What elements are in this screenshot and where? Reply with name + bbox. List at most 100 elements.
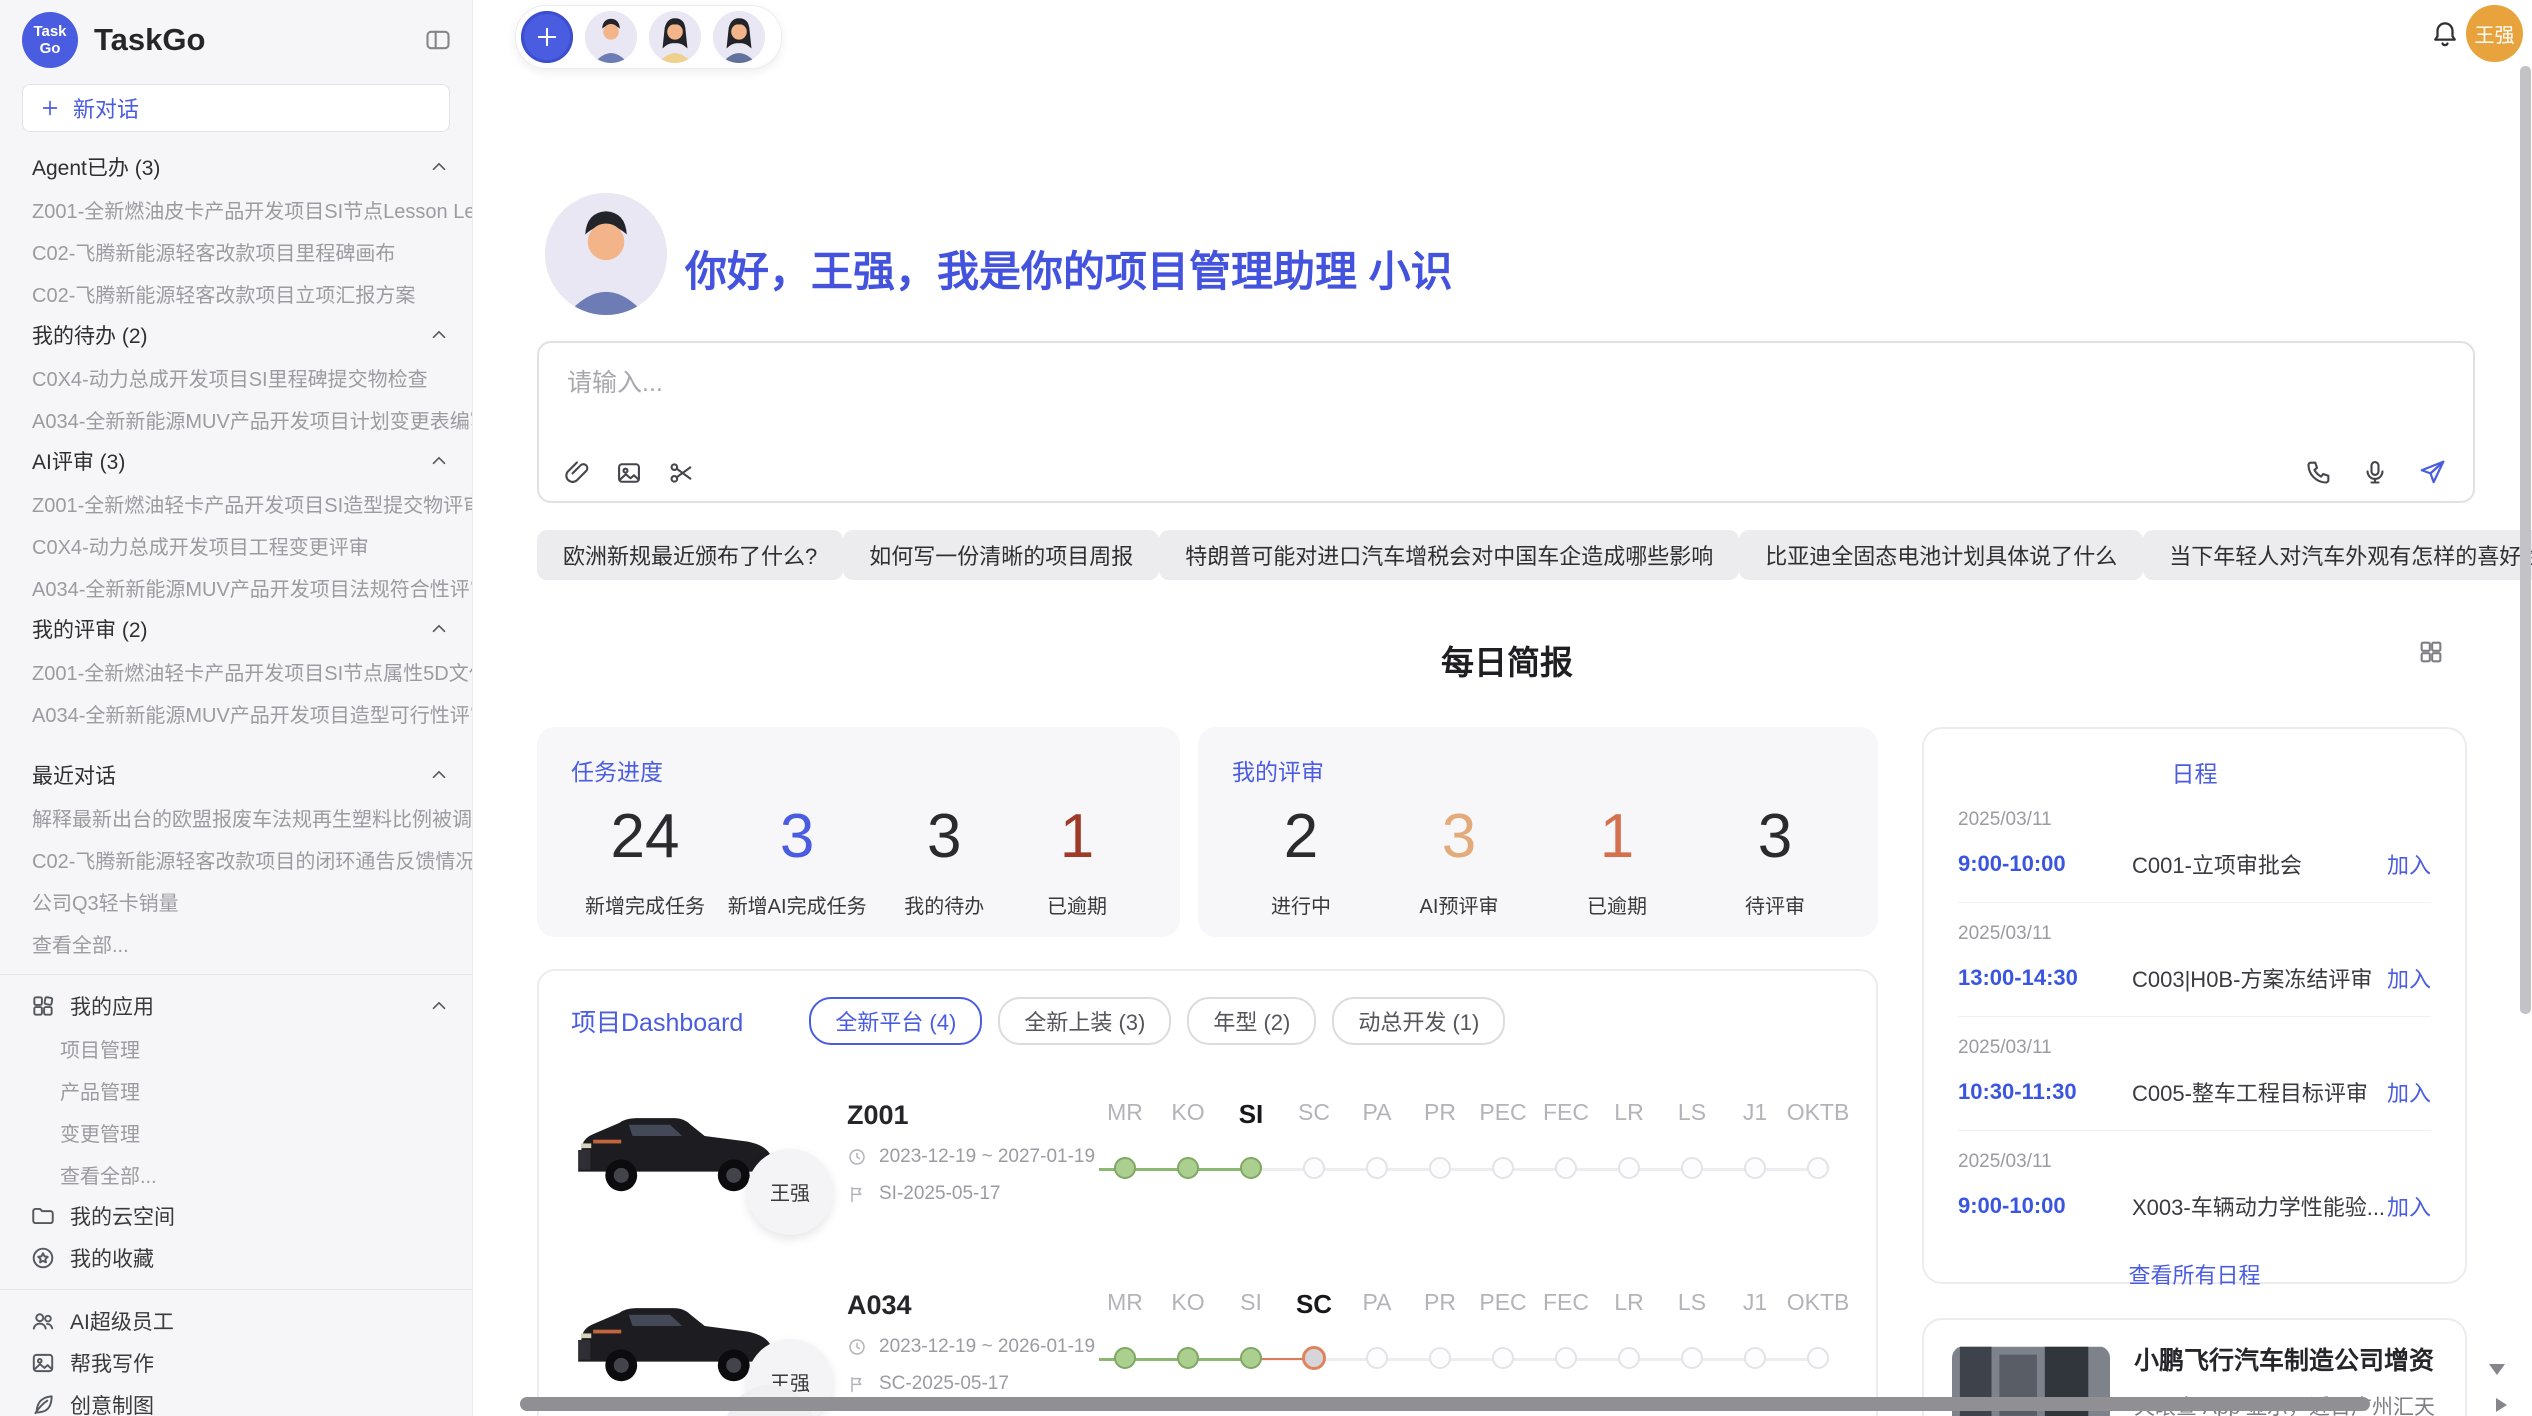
daily-briefing-title: 每日简报 bbox=[537, 636, 2477, 684]
voice-call-icon[interactable] bbox=[2305, 458, 2333, 486]
sidebar-task-item[interactable]: Z001-全新燃油皮卡产品开发项目SI节点Lesson Learn报告 bbox=[0, 188, 472, 230]
milestone-label: SC bbox=[1298, 1099, 1330, 1126]
collapse-sidebar-icon[interactable] bbox=[424, 26, 452, 54]
schedule-item[interactable]: 2025/03/1110:30-11:30C005-整车工程目标评审加入 bbox=[1958, 1017, 2431, 1131]
sidebar-task-item[interactable]: C02-飞腾新能源轻客改款项目里程碑画布 bbox=[0, 230, 472, 272]
sidebar-task-item[interactable]: A034-全新新能源MUV产品开发项目法规符合性评审 bbox=[0, 566, 472, 608]
project-image: 王强 bbox=[565, 1084, 817, 1221]
attach-file-icon[interactable] bbox=[563, 459, 591, 487]
join-meeting-link[interactable]: 加入 bbox=[2387, 962, 2431, 994]
schedule-item[interactable]: 2025/03/119:00-10:00X003-车辆动力学性能验...加入 bbox=[1958, 1131, 2431, 1244]
milestone-label: FEC bbox=[1543, 1289, 1589, 1316]
app-sub-item[interactable]: 产品管理 bbox=[0, 1069, 472, 1111]
app-window: Task Go TaskGo 新对话 Agent已办 (3)Z001-全新燃油皮… bbox=[0, 0, 2532, 1416]
agent-avatar-1[interactable] bbox=[585, 11, 637, 63]
send-icon[interactable] bbox=[2417, 457, 2447, 487]
sidebar-section-2[interactable]: AI评审 (3) bbox=[0, 440, 472, 482]
sidebar-task-item[interactable]: A034-全新新能源MUV产品开发项目计划变更表编写 bbox=[0, 398, 472, 440]
recent-view-all-link[interactable]: 查看全部... bbox=[0, 922, 472, 964]
sidebar-task-item[interactable]: A034-全新新能源MUV产品开发项目造型可行性评审 bbox=[0, 692, 472, 734]
notifications-bell-icon[interactable] bbox=[2430, 19, 2460, 49]
dashboard-title: 项目Dashboard bbox=[571, 1003, 743, 1039]
agent-avatar-2[interactable] bbox=[649, 11, 701, 63]
schedule-card: 日程 2025/03/119:00-10:00C001-立项审批会加入2025/… bbox=[1922, 727, 2467, 1284]
sidebar-section-3[interactable]: 我的评审 (2) bbox=[0, 608, 472, 650]
new-chat-button[interactable]: 新对话 bbox=[22, 84, 450, 132]
schedule-item[interactable]: 2025/03/1113:00-14:30C003|H0B-方案冻结评审加入 bbox=[1958, 903, 2431, 1017]
microphone-icon[interactable] bbox=[2361, 458, 2389, 486]
join-meeting-link[interactable]: 加入 bbox=[2387, 1076, 2431, 1108]
horizontal-scrollbar-thumb[interactable] bbox=[520, 1397, 2370, 1411]
project-row[interactable]: 王强A0342023-12-19 ~ 2026-01-19SC-2025-05-… bbox=[539, 1259, 1876, 1416]
project-row[interactable]: 王强Z0012023-12-19 ~ 2027-01-19SI-2025-05-… bbox=[539, 1069, 1876, 1235]
sidebar-task-item[interactable]: C0X4-动力总成开发项目SI里程碑提交物检查 bbox=[0, 356, 472, 398]
vertical-scrollbar-thumb[interactable] bbox=[2520, 66, 2531, 1014]
stat-column: 2进行中 bbox=[1246, 801, 1356, 919]
sidebar-my-apps[interactable]: 我的应用 bbox=[0, 985, 472, 1027]
add-agent-button[interactable] bbox=[521, 11, 573, 63]
schedule-date: 2025/03/11 bbox=[1958, 1151, 2431, 1173]
view-all-schedule-link[interactable]: 查看所有日程 bbox=[1958, 1244, 2431, 1304]
project-date-range: 2023-12-19 ~ 2026-01-19 bbox=[879, 1336, 1095, 1358]
sidebar-task-item[interactable]: Z001-全新燃油轻卡产品开发项目SI造型提交物评审 bbox=[0, 482, 472, 524]
scroll-right-arrow[interactable] bbox=[2496, 1398, 2507, 1412]
join-meeting-link[interactable]: 加入 bbox=[2387, 848, 2431, 880]
apps-grid-icon bbox=[30, 993, 56, 1019]
sidebar-link-label: 我的收藏 bbox=[70, 1243, 450, 1273]
sidebar-link[interactable]: 我的云空间 bbox=[0, 1195, 472, 1237]
app-sub-item[interactable]: 变更管理 bbox=[0, 1111, 472, 1153]
suggestion-chip[interactable]: 欧洲新规最近颁布了什么? bbox=[537, 530, 843, 580]
schedule-time: 9:00-10:00 bbox=[1958, 851, 2110, 877]
sidebar-section-recent[interactable]: 最近对话 bbox=[0, 754, 472, 796]
suggestion-chip[interactable]: 如何写一份清晰的项目周报 bbox=[843, 530, 1159, 580]
snippet-scissors-icon[interactable] bbox=[667, 459, 695, 487]
user-avatar[interactable]: 王强 bbox=[2466, 5, 2523, 62]
suggestion-chip[interactable]: 比亚迪全固态电池计划具体说了什么 bbox=[1739, 530, 2143, 580]
sidebar-tool-link[interactable]: AI超级员工 bbox=[0, 1300, 472, 1342]
sidebar-tool-link[interactable]: 创意制图 bbox=[0, 1384, 472, 1416]
milestone-label: LR bbox=[1614, 1289, 1643, 1316]
join-meeting-link[interactable]: 加入 bbox=[2387, 1190, 2431, 1222]
sidebar-link[interactable]: 我的收藏 bbox=[0, 1237, 472, 1279]
app-sub-item[interactable]: 查看全部... bbox=[0, 1153, 472, 1195]
sidebar-tool-link[interactable]: 帮我写作 bbox=[0, 1342, 472, 1384]
sidebar-section-1-label: 我的待办 (2) bbox=[32, 320, 148, 350]
recent-chat-item[interactable]: 公司Q3轻卡销量 bbox=[0, 880, 472, 922]
sidebar-tool-label: AI超级员工 bbox=[70, 1306, 450, 1336]
insert-image-icon[interactable] bbox=[615, 459, 643, 487]
dashboard-filter-pill[interactable]: 年型 (2) bbox=[1187, 997, 1316, 1045]
scroll-down-arrow[interactable] bbox=[2489, 1364, 2505, 1375]
milestone-label: SI bbox=[1239, 1099, 1264, 1130]
suggestion-chips: 欧洲新规最近颁布了什么?如何写一份清晰的项目周报特朗普可能对进口汽车增税会对中国… bbox=[537, 530, 2477, 580]
app-sub-item[interactable]: 项目管理 bbox=[0, 1027, 472, 1069]
recent-chat-item[interactable]: 解释最新出台的欧盟报废车法规再生塑料比例被调至15%... bbox=[0, 796, 472, 838]
suggestion-chip[interactable]: 特朗普可能对进口汽车增税会对中国车企造成哪些影响 bbox=[1159, 530, 1739, 580]
stat-column: 3新增AI完成任务 bbox=[728, 801, 867, 919]
dashboard-filter-pill[interactable]: 全新上装 (3) bbox=[998, 997, 1171, 1045]
sidebar-task-item[interactable]: C0X4-动力总成开发项目工程变更评审 bbox=[0, 524, 472, 566]
dashboard-filter-pill[interactable]: 全新平台 (4) bbox=[809, 997, 982, 1045]
app-logo: Task Go bbox=[22, 12, 78, 68]
sidebar-section-1[interactable]: 我的待办 (2) bbox=[0, 314, 472, 356]
people-icon bbox=[30, 1308, 56, 1334]
sidebar-task-item[interactable]: C02-飞腾新能源轻客改款项目立项汇报方案 bbox=[0, 272, 472, 314]
suggestion-chip[interactable]: 当下年轻人对汽车外观有怎样的喜好趋势 bbox=[2143, 530, 2532, 580]
milestone-dot-overdue bbox=[1302, 1346, 1326, 1370]
milestone-dot-todo bbox=[1429, 1347, 1451, 1369]
chat-input[interactable] bbox=[565, 361, 2269, 435]
logo-line-1: Task bbox=[33, 23, 66, 40]
briefing-layout-icon[interactable] bbox=[2417, 638, 2445, 666]
milestone-label: PA bbox=[1363, 1099, 1392, 1126]
stat-value: 2 bbox=[1246, 801, 1356, 872]
sidebar-section-0[interactable]: Agent已办 (3) bbox=[0, 146, 472, 188]
logo-line-2: Go bbox=[40, 40, 61, 57]
sidebar-task-item[interactable]: Z001-全新燃油轻卡产品开发项目SI节点属性5D文件评审 bbox=[0, 650, 472, 692]
chevron-up-icon bbox=[428, 324, 450, 346]
schedule-item[interactable]: 2025/03/119:00-10:00C001-立项审批会加入 bbox=[1958, 789, 2431, 903]
stat-value: 3 bbox=[728, 801, 867, 872]
milestone-label: OKTB bbox=[1787, 1099, 1850, 1126]
recent-chat-item[interactable]: C02-飞腾新能源轻客改款项目的闭环通告反馈情况 bbox=[0, 838, 472, 880]
agent-avatar-3[interactable] bbox=[713, 11, 765, 63]
input-tools-right bbox=[2305, 457, 2447, 487]
dashboard-filter-pill[interactable]: 动总开发 (1) bbox=[1332, 997, 1505, 1045]
